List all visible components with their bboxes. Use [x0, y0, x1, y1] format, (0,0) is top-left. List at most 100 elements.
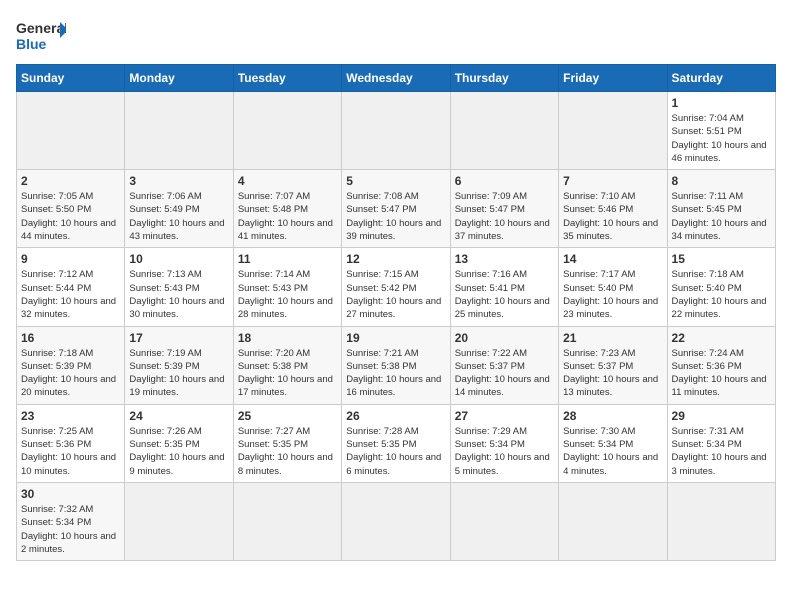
day-number: 4: [238, 174, 337, 188]
day-info: Sunrise: 7:29 AM Sunset: 5:34 PM Dayligh…: [455, 425, 554, 478]
weekday-header: Wednesday: [342, 65, 450, 92]
day-number: 7: [563, 174, 662, 188]
calendar-cell: 3 Sunrise: 7:06 AM Sunset: 5:49 PM Daylig…: [125, 170, 233, 248]
day-info: Sunrise: 7:17 AM Sunset: 5:40 PM Dayligh…: [563, 268, 662, 321]
day-number: 25: [238, 409, 337, 423]
day-number: 26: [346, 409, 445, 423]
calendar-cell: 21 Sunrise: 7:23 AM Sunset: 5:37 PM Dayli…: [559, 326, 667, 404]
calendar-week-row: 2 Sunrise: 7:05 AM Sunset: 5:50 PM Daylig…: [17, 170, 776, 248]
calendar-cell: 1Sunrise: 7:04 AM Sunset: 5:51 PM Daylig…: [667, 92, 775, 170]
day-number: 12: [346, 252, 445, 266]
calendar-cell: 27Sunrise: 7:29 AM Sunset: 5:34 PM Dayli…: [450, 404, 558, 482]
calendar-cell: [559, 482, 667, 560]
calendar-cell: 17 Sunrise: 7:19 AM Sunset: 5:39 PM Dayli…: [125, 326, 233, 404]
weekday-header: Tuesday: [233, 65, 341, 92]
calendar-cell: [450, 482, 558, 560]
calendar-cell: 11Sunrise: 7:14 AM Sunset: 5:43 PM Dayli…: [233, 248, 341, 326]
day-number: 16: [21, 331, 120, 345]
day-info: Sunrise: 7:05 AM Sunset: 5:50 PM Dayligh…: [21, 190, 120, 243]
calendar-cell: 20 Sunrise: 7:22 AM Sunset: 5:37 PM Dayli…: [450, 326, 558, 404]
weekday-header: Friday: [559, 65, 667, 92]
day-number: 28: [563, 409, 662, 423]
weekday-header: Thursday: [450, 65, 558, 92]
day-number: 17: [129, 331, 228, 345]
calendar-week-row: 23 Sunrise: 7:25 AM Sunset: 5:36 PM Dayli…: [17, 404, 776, 482]
svg-text:General: General: [16, 20, 66, 36]
day-number: 10: [129, 252, 228, 266]
calendar-cell: 13 Sunrise: 7:16 AM Sunset: 5:41 PM Dayli…: [450, 248, 558, 326]
day-number: 20: [455, 331, 554, 345]
day-info: Sunrise: 7:18 AM Sunset: 5:40 PM Dayligh…: [672, 268, 771, 321]
calendar-cell: 9 Sunrise: 7:12 AM Sunset: 5:44 PM Daylig…: [17, 248, 125, 326]
logo: General Blue: [16, 16, 66, 54]
day-number: 15: [672, 252, 771, 266]
day-info: Sunrise: 7:24 AM Sunset: 5:36 PM Dayligh…: [672, 347, 771, 400]
calendar-week-row: 1Sunrise: 7:04 AM Sunset: 5:51 PM Daylig…: [17, 92, 776, 170]
day-number: 18: [238, 331, 337, 345]
calendar-cell: [233, 482, 341, 560]
day-info: Sunrise: 7:27 AM Sunset: 5:35 PM Dayligh…: [238, 425, 337, 478]
svg-text:Blue: Blue: [16, 36, 47, 52]
weekday-header: Monday: [125, 65, 233, 92]
calendar-cell: 29 Sunrise: 7:31 AM Sunset: 5:34 PM Dayli…: [667, 404, 775, 482]
day-info: Sunrise: 7:18 AM Sunset: 5:39 PM Dayligh…: [21, 347, 120, 400]
calendar-cell: 7 Sunrise: 7:10 AM Sunset: 5:46 PM Daylig…: [559, 170, 667, 248]
calendar-cell: [233, 92, 341, 170]
calendar-cell: 15 Sunrise: 7:18 AM Sunset: 5:40 PM Dayli…: [667, 248, 775, 326]
day-info: Sunrise: 7:19 AM Sunset: 5:39 PM Dayligh…: [129, 347, 228, 400]
calendar-cell: 22 Sunrise: 7:24 AM Sunset: 5:36 PM Dayli…: [667, 326, 775, 404]
day-info: Sunrise: 7:31 AM Sunset: 5:34 PM Dayligh…: [672, 425, 771, 478]
day-number: 21: [563, 331, 662, 345]
calendar-cell: 24 Sunrise: 7:26 AM Sunset: 5:35 PM Dayli…: [125, 404, 233, 482]
day-number: 24: [129, 409, 228, 423]
logo-svg: General Blue: [16, 16, 66, 54]
day-info: Sunrise: 7:32 AM Sunset: 5:34 PM Dayligh…: [21, 503, 120, 556]
day-info: Sunrise: 7:13 AM Sunset: 5:43 PM Dayligh…: [129, 268, 228, 321]
calendar-cell: 23 Sunrise: 7:25 AM Sunset: 5:36 PM Dayli…: [17, 404, 125, 482]
weekday-header: Sunday: [17, 65, 125, 92]
day-info: Sunrise: 7:10 AM Sunset: 5:46 PM Dayligh…: [563, 190, 662, 243]
day-number: 22: [672, 331, 771, 345]
day-info: Sunrise: 7:06 AM Sunset: 5:49 PM Dayligh…: [129, 190, 228, 243]
day-info: Sunrise: 7:12 AM Sunset: 5:44 PM Dayligh…: [21, 268, 120, 321]
calendar-cell: [125, 92, 233, 170]
day-info: Sunrise: 7:28 AM Sunset: 5:35 PM Dayligh…: [346, 425, 445, 478]
calendar-cell: 28 Sunrise: 7:30 AM Sunset: 5:34 PM Dayli…: [559, 404, 667, 482]
calendar-cell: [342, 482, 450, 560]
calendar-cell: 26 Sunrise: 7:28 AM Sunset: 5:35 PM Dayli…: [342, 404, 450, 482]
day-info: Sunrise: 7:26 AM Sunset: 5:35 PM Dayligh…: [129, 425, 228, 478]
day-info: Sunrise: 7:15 AM Sunset: 5:42 PM Dayligh…: [346, 268, 445, 321]
calendar-cell: [125, 482, 233, 560]
day-number: 2: [21, 174, 120, 188]
calendar-cell: [17, 92, 125, 170]
calendar-cell: 19Sunrise: 7:21 AM Sunset: 5:38 PM Dayli…: [342, 326, 450, 404]
day-info: Sunrise: 7:22 AM Sunset: 5:37 PM Dayligh…: [455, 347, 554, 400]
day-info: Sunrise: 7:04 AM Sunset: 5:51 PM Dayligh…: [672, 112, 771, 165]
page-header: General Blue: [16, 16, 776, 54]
calendar-cell: 4 Sunrise: 7:07 AM Sunset: 5:48 PM Daylig…: [233, 170, 341, 248]
day-number: 3: [129, 174, 228, 188]
day-number: 29: [672, 409, 771, 423]
calendar-cell: 12 Sunrise: 7:15 AM Sunset: 5:42 PM Dayli…: [342, 248, 450, 326]
day-number: 9: [21, 252, 120, 266]
day-number: 23: [21, 409, 120, 423]
day-info: Sunrise: 7:14 AM Sunset: 5:43 PM Dayligh…: [238, 268, 337, 321]
calendar-cell: 2 Sunrise: 7:05 AM Sunset: 5:50 PM Daylig…: [17, 170, 125, 248]
day-number: 8: [672, 174, 771, 188]
day-info: Sunrise: 7:30 AM Sunset: 5:34 PM Dayligh…: [563, 425, 662, 478]
day-info: Sunrise: 7:25 AM Sunset: 5:36 PM Dayligh…: [21, 425, 120, 478]
calendar-cell: 25 Sunrise: 7:27 AM Sunset: 5:35 PM Dayli…: [233, 404, 341, 482]
day-info: Sunrise: 7:07 AM Sunset: 5:48 PM Dayligh…: [238, 190, 337, 243]
day-number: 14: [563, 252, 662, 266]
day-number: 30: [21, 487, 120, 501]
calendar-cell: 16 Sunrise: 7:18 AM Sunset: 5:39 PM Dayli…: [17, 326, 125, 404]
day-number: 19: [346, 331, 445, 345]
day-number: 13: [455, 252, 554, 266]
calendar-cell: 30 Sunrise: 7:32 AM Sunset: 5:34 PM Dayli…: [17, 482, 125, 560]
calendar-cell: 5Sunrise: 7:08 AM Sunset: 5:47 PM Daylig…: [342, 170, 450, 248]
calendar-cell: [450, 92, 558, 170]
calendar-cell: 14 Sunrise: 7:17 AM Sunset: 5:40 PM Dayli…: [559, 248, 667, 326]
day-info: Sunrise: 7:16 AM Sunset: 5:41 PM Dayligh…: [455, 268, 554, 321]
day-info: Sunrise: 7:20 AM Sunset: 5:38 PM Dayligh…: [238, 347, 337, 400]
day-info: Sunrise: 7:23 AM Sunset: 5:37 PM Dayligh…: [563, 347, 662, 400]
